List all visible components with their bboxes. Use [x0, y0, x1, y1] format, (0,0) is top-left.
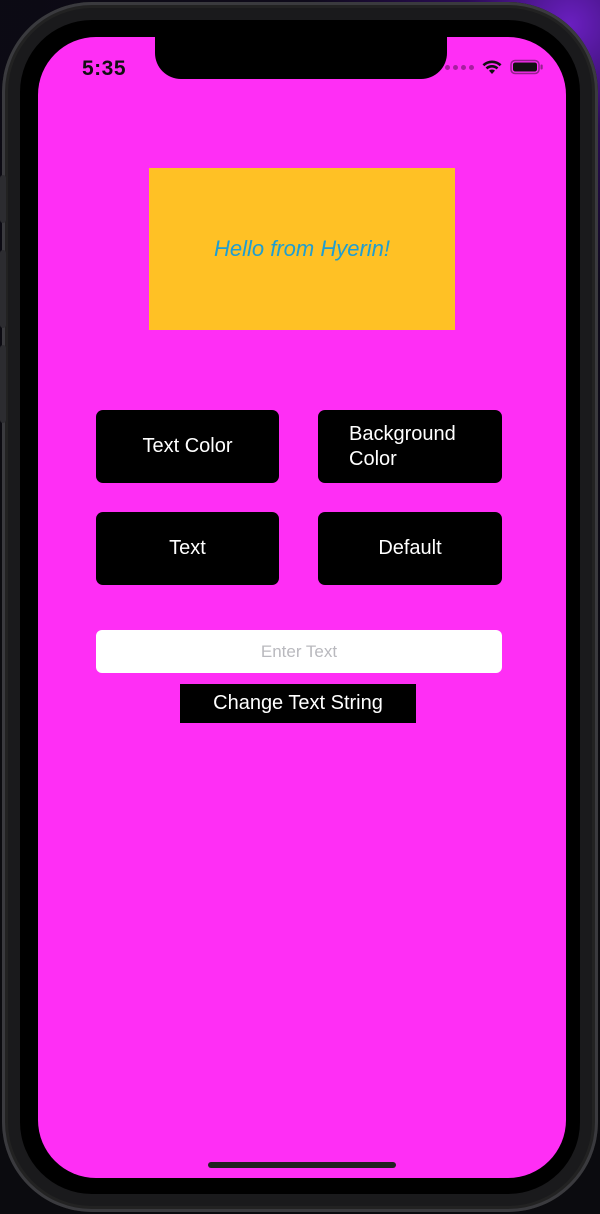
change-text-string-button[interactable]: Change Text String: [180, 684, 416, 723]
wifi-icon: [482, 60, 502, 74]
greeting-label: Hello from Hyerin!: [213, 236, 391, 261]
cellular-signal-icon: [445, 64, 474, 70]
status-time: 5:35: [82, 57, 127, 80]
mute-switch: [0, 175, 6, 223]
greeting-label-box: Hello from Hyerin!: [149, 168, 455, 330]
text-button[interactable]: Text: [96, 512, 279, 585]
volume-up-button: [0, 250, 6, 328]
default-button[interactable]: Default: [318, 512, 502, 585]
volume-down-button: [0, 345, 6, 423]
text-input-field[interactable]: [96, 630, 502, 673]
app-screen: 5:35 Hello from Hyerin! Text Color Backg…: [38, 37, 566, 1178]
notch: [155, 37, 447, 79]
battery-icon: [510, 59, 543, 75]
background-color-button[interactable]: Background Color: [318, 410, 502, 483]
home-indicator[interactable]: [208, 1162, 396, 1168]
text-color-button[interactable]: Text Color: [96, 410, 279, 483]
status-icons: [445, 59, 544, 75]
